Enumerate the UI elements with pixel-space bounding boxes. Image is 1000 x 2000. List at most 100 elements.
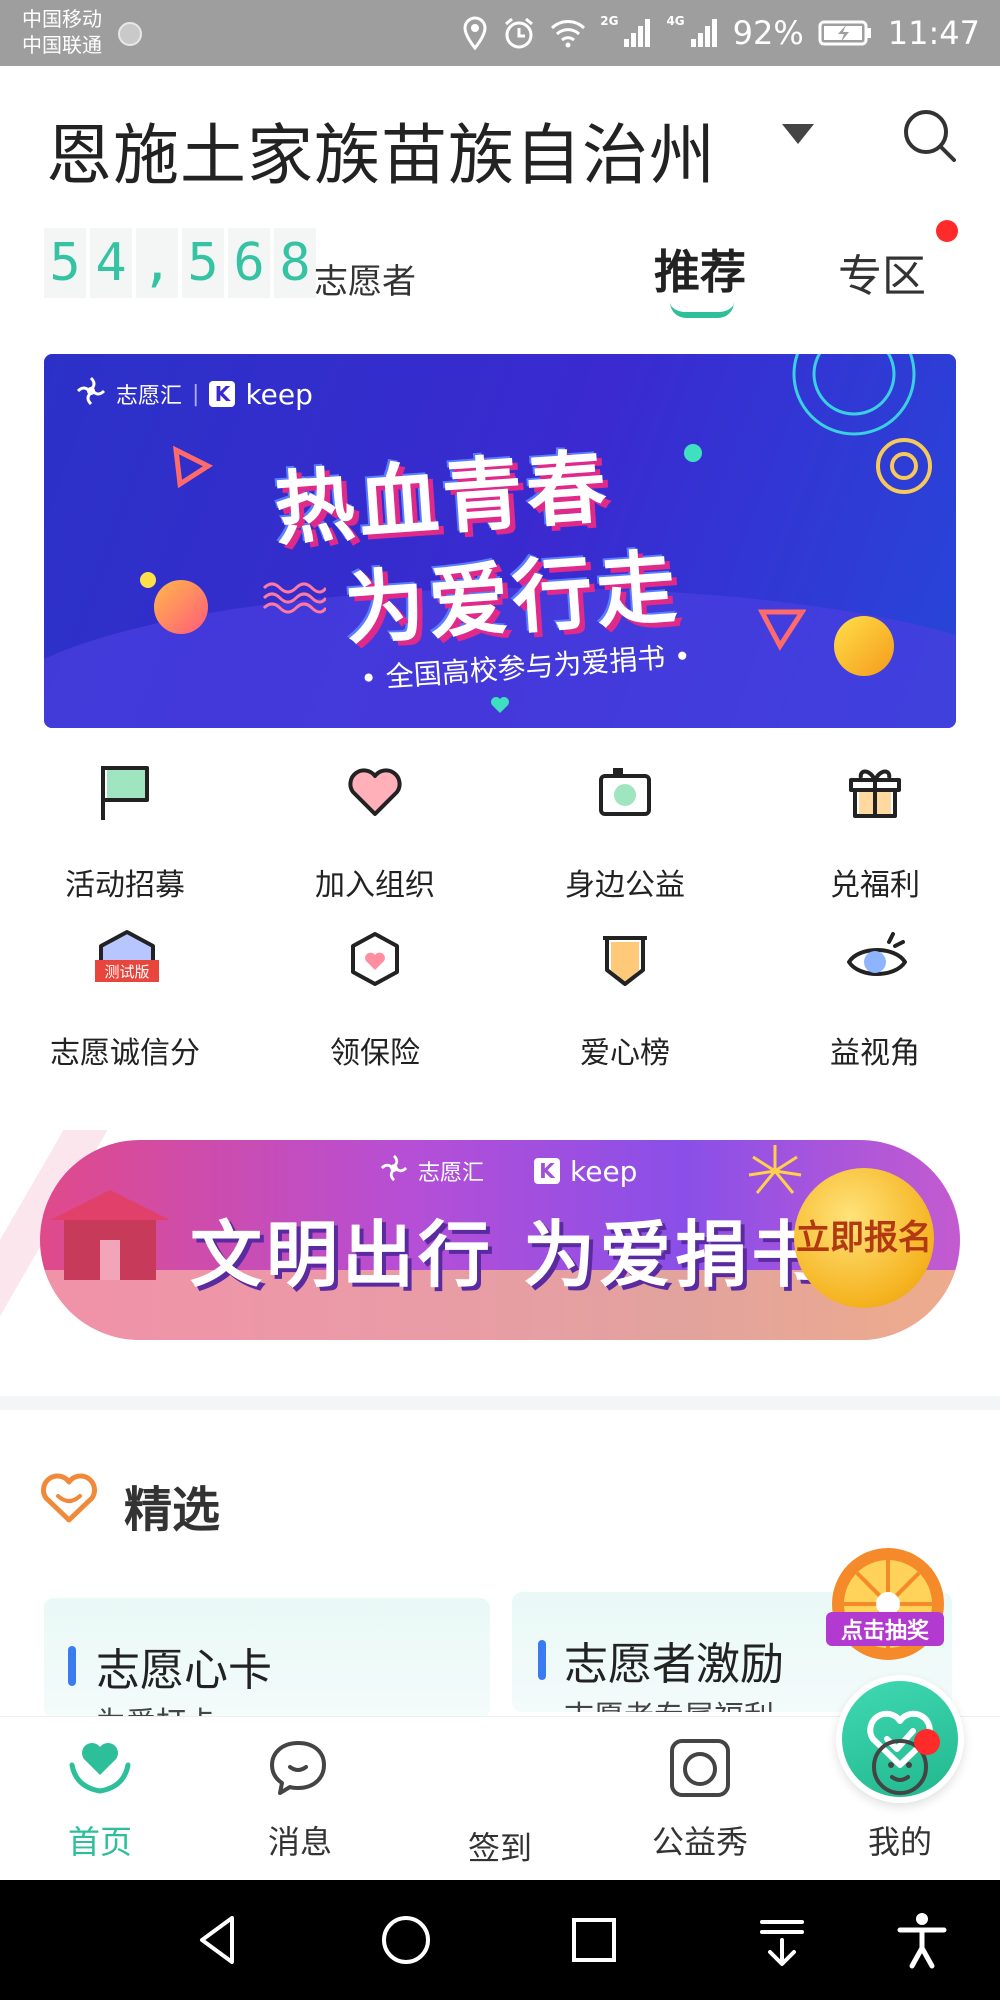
- tab-recommend[interactable]: 推荐: [654, 236, 746, 302]
- city-selector[interactable]: 恩施土家族苗族自治州: [46, 102, 716, 198]
- active-tab-indicator: [670, 302, 734, 318]
- nav-messages[interactable]: 消息: [200, 1717, 400, 1881]
- accessibility-icon[interactable]: [892, 1910, 952, 1970]
- carrier-1: 中国移动: [22, 7, 102, 31]
- featured-section-title: 精选: [124, 1482, 221, 1538]
- card-accent-bar: [68, 1646, 76, 1686]
- brand-separator: |: [192, 381, 200, 407]
- grid-item-label: 身边公益: [565, 868, 685, 903]
- alarm-icon: [502, 16, 536, 50]
- grid-item-label: 活动招募: [65, 868, 185, 903]
- brand-logo-icon: [76, 376, 106, 412]
- credit-icon: 测试版: [95, 928, 159, 992]
- bottom-nav: 首页 消息 签到 公益秀 我的: [0, 1675, 1000, 1881]
- heart-outline-icon: [40, 1472, 98, 1524]
- section-divider: [0, 1396, 1000, 1410]
- card-subtitle: 志愿者专属福利: [564, 1692, 774, 1712]
- nav-label: 首页: [67, 1823, 132, 1861]
- caret-down-icon[interactable]: [782, 124, 814, 144]
- keep-logo-icon: K: [534, 1158, 561, 1184]
- beta-badge: 测试版: [104, 963, 149, 981]
- signup-now-button[interactable]: 立即报名: [794, 1168, 934, 1308]
- count-unit-label: 志愿者: [314, 262, 416, 302]
- nav-label: 我的: [867, 1823, 932, 1861]
- lottery-label[interactable]: 点击抽奖: [826, 1612, 944, 1646]
- battery-percent: 92%: [732, 14, 804, 52]
- stats-row: 5 4 , 5 6 8 志愿者 推荐 专区: [0, 206, 1000, 336]
- nav-showcase[interactable]: 公益秀: [600, 1717, 800, 1881]
- tab-zone[interactable]: 专区: [838, 240, 926, 304]
- home-circle-icon[interactable]: [376, 1910, 436, 1970]
- eye-icon: [845, 928, 907, 992]
- grid-item-love-ranking[interactable]: 爱心榜: [500, 928, 750, 1088]
- nav-home[interactable]: 首页: [0, 1717, 200, 1881]
- nav-label: 公益秀: [651, 1823, 748, 1861]
- count-digit: ,: [136, 228, 178, 298]
- card-volunteer-heart[interactable]: 志愿心卡 为爱打卡: [44, 1598, 490, 1718]
- triangle-decoration-icon: [758, 609, 806, 651]
- partner-name: keep: [245, 377, 313, 411]
- count-digit: 4: [90, 228, 132, 298]
- location-icon: [462, 16, 488, 50]
- grid-item-credit[interactable]: 测试版 志愿诚信分: [0, 928, 250, 1088]
- grid-item-label: 益视角: [830, 1036, 920, 1071]
- brand-name: 志愿汇: [116, 384, 183, 409]
- gift-icon: [845, 760, 905, 824]
- wifi-icon: [550, 18, 586, 48]
- card-subtitle: 为爱打卡: [96, 1698, 216, 1718]
- battery-icon: [818, 19, 874, 47]
- ranking-icon: [595, 928, 655, 992]
- back-icon[interactable]: [188, 1910, 248, 1970]
- grid-item-label: 爱心榜: [580, 1036, 670, 1071]
- chat-icon: [266, 1735, 334, 1799]
- triangle-decoration-icon: [173, 446, 214, 489]
- count-digit: 8: [274, 228, 316, 298]
- banner-brand: 志愿汇 K keep: [380, 1154, 637, 1188]
- feature-grid: 活动招募 加入组织 身边公益 兑福利 测试版 志愿诚信分 领保险 爱心榜 益视角: [0, 760, 1000, 1090]
- count-digit: 5: [44, 228, 86, 298]
- nav-label: 签到: [467, 1829, 532, 1867]
- banner-headline: 文明出行 为爱捐书: [190, 1213, 828, 1297]
- dot-decoration: [140, 572, 156, 588]
- nav-profile[interactable]: 我的: [800, 1717, 1000, 1881]
- ball-decoration: [834, 616, 894, 676]
- signal-icon-2: [689, 17, 719, 49]
- page-indicator-heart-icon: [491, 697, 509, 713]
- camera-outline-icon: [666, 1735, 734, 1799]
- camera-icon: [595, 760, 655, 824]
- grid-item-insurance[interactable]: 领保险: [250, 928, 500, 1088]
- card-accent-bar: [538, 1640, 546, 1680]
- dot-decoration: [684, 444, 702, 462]
- brand-name: 志愿汇: [418, 1161, 485, 1186]
- card-title: 志愿者激励: [564, 1639, 784, 1690]
- network-4g-label: 4G: [666, 14, 685, 28]
- grid-item-nearby[interactable]: 身边公益: [500, 760, 750, 920]
- gate-decoration-icon: [50, 1190, 170, 1280]
- nav-checkin[interactable]: 签到: [400, 1675, 964, 1881]
- partner-name: keep: [570, 1154, 638, 1188]
- count-digit: 6: [228, 228, 270, 298]
- notification-dot: [936, 220, 958, 242]
- search-icon[interactable]: [900, 106, 960, 166]
- grid-item-perspective[interactable]: 益视角: [750, 928, 1000, 1088]
- carrier-2: 中国联通: [22, 33, 102, 57]
- banner-brand: 志愿汇 | K keep: [76, 376, 313, 412]
- flag-icon: [95, 760, 155, 824]
- notification-pulldown-icon[interactable]: [752, 1910, 812, 1970]
- promo-banner-top[interactable]: 志愿汇 | K keep 热血青春 为爱行走 • 全国高校参与为爱捐书 •: [44, 354, 956, 728]
- ball-decoration: [154, 580, 208, 634]
- promo-banner-bottom[interactable]: 志愿汇 K keep 文明出行 为爱捐书 立即报名: [40, 1140, 960, 1340]
- notification-dot: [914, 1729, 940, 1755]
- grid-item-activity[interactable]: 活动招募: [0, 760, 250, 920]
- header: 恩施土家族苗族自治州: [0, 66, 1000, 206]
- carrier-info: 中国移动 中国联通: [22, 6, 102, 58]
- home-heart-icon: [66, 1735, 134, 1799]
- carrier-badge-icon: [118, 22, 142, 46]
- recents-icon[interactable]: [564, 1910, 624, 1970]
- lottery-wheel-icon[interactable]: [828, 1544, 948, 1664]
- grid-item-join-org[interactable]: 加入组织: [250, 760, 500, 920]
- grid-item-label: 志愿诚信分: [50, 1036, 200, 1071]
- insurance-icon: [345, 928, 405, 992]
- grid-item-welfare[interactable]: 兑福利: [750, 760, 1000, 920]
- brand-logo-icon: [380, 1154, 408, 1188]
